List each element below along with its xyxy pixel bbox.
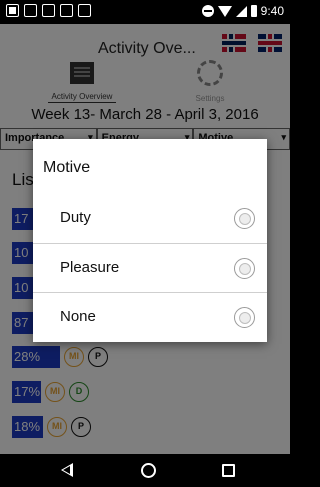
status-left-icons <box>6 4 91 17</box>
option-none[interactable]: None <box>33 292 267 341</box>
option-label: None <box>60 308 96 325</box>
status-time: 9:40 <box>260 4 284 18</box>
notification-icon <box>6 4 19 17</box>
option-pleasure[interactable]: Pleasure <box>33 243 267 292</box>
home-icon[interactable] <box>141 463 156 478</box>
status-right-icons: 9:40 <box>201 4 284 18</box>
image-icon <box>24 4 37 17</box>
image-icon <box>42 4 55 17</box>
camera-icon <box>78 4 91 17</box>
radio-button[interactable] <box>234 258 255 279</box>
option-label: Duty <box>60 209 91 226</box>
do-not-disturb-icon <box>201 5 214 17</box>
navigation-bar <box>0 454 290 487</box>
wifi-icon <box>217 5 232 17</box>
radio-button[interactable] <box>234 307 255 328</box>
recent-apps-icon[interactable] <box>222 464 235 477</box>
motive-dialog: Motive Duty Pleasure None <box>33 139 267 342</box>
option-duty[interactable]: Duty <box>33 194 267 243</box>
option-label: Pleasure <box>60 259 120 276</box>
sim-icon <box>60 4 73 17</box>
status-bar: 9:40 <box>0 0 290 24</box>
battery-icon <box>250 5 257 17</box>
signal-icon <box>235 5 247 17</box>
radio-button[interactable] <box>234 208 255 229</box>
dialog-title: Motive <box>43 159 91 176</box>
back-icon[interactable] <box>61 463 73 477</box>
